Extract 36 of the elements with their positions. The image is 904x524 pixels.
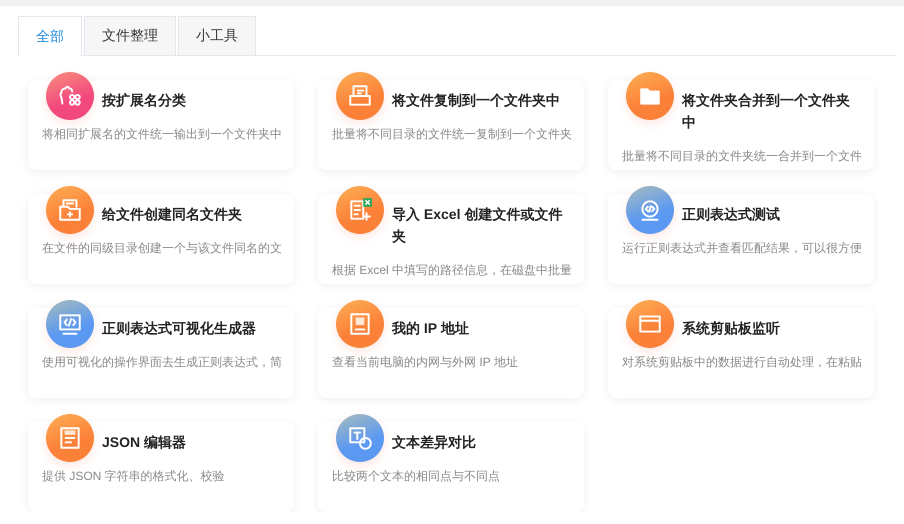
tool-card[interactable]: 将文件复制到一个文件夹中 批量将不同目录的文件统一复制到一个文件夹 <box>318 80 584 170</box>
tab[interactable]: 小工具 <box>178 16 256 55</box>
tab[interactable]: 文件整理 <box>84 16 176 55</box>
tool-title: 正则表达式可视化生成器 <box>102 319 257 338</box>
tool-description: 运行正则表达式并查看匹配结果，可以很方便 <box>622 240 862 257</box>
tool-card[interactable]: 导入 Excel 创建文件或文件夹 根据 Excel 中填写的路径信息，在磁盘中批量 <box>318 194 584 284</box>
tool-title: 正则表达式测试 <box>682 205 781 224</box>
tool-description: 批量将不同目录的文件统一复制到一个文件夹 <box>332 126 572 143</box>
tool-card[interactable]: 正则表达式测试 运行正则表达式并查看匹配结果，可以很方便 <box>608 194 874 284</box>
tool-description: 根据 Excel 中填写的路径信息，在磁盘中批量 <box>332 262 572 279</box>
tool-title: 将文件夹合并到一个文件夹中 <box>682 91 851 132</box>
tool-card[interactable]: 正则表达式可视化生成器 使用可视化的操作界面去生成正则表达式，简 <box>28 308 294 398</box>
tool-description: 将相同扩展名的文件统一输出到一个文件夹中 <box>42 126 282 143</box>
tool-card[interactable]: 文本差异对比 比较两个文本的相同点与不同点 <box>318 422 584 512</box>
tab[interactable]: 全部 <box>18 16 82 56</box>
tool-card[interactable]: 将文件夹合并到一个文件夹中 批量将不同目录的文件夹统一合并到一个文件 <box>608 80 874 170</box>
tool-description: 提供 JSON 字符串的格式化、校验 <box>42 468 226 485</box>
tool-card[interactable]: 我的 IP 地址 查看当前电脑的内网与外网 IP 地址 <box>318 308 584 398</box>
tool-description: 批量将不同目录的文件夹统一合并到一个文件 <box>622 148 862 165</box>
tool-title: 系统剪贴板监听 <box>682 319 781 338</box>
tool-description: 使用可视化的操作界面去生成正则表达式，简 <box>42 354 282 371</box>
tool-card[interactable]: 系统剪贴板监听 对系统剪贴板中的数据进行自动处理，在粘贴 <box>608 308 874 398</box>
tool-card[interactable]: 按扩展名分类 将相同扩展名的文件统一输出到一个文件夹中 <box>28 80 294 170</box>
tool-description: 查看当前电脑的内网与外网 IP 地址 <box>332 354 519 371</box>
tool-description: 对系统剪贴板中的数据进行自动处理，在粘贴 <box>622 354 862 371</box>
tool-title: 文本差异对比 <box>392 433 477 452</box>
tool-title: 将文件复制到一个文件夹中 <box>392 91 561 110</box>
tool-title: 按扩展名分类 <box>102 91 187 110</box>
tool-card[interactable]: JSON 编辑器 提供 JSON 字符串的格式化、校验 <box>28 422 294 512</box>
tool-title: 导入 Excel 创建文件或文件夹 <box>392 205 564 246</box>
tool-card[interactable]: 给文件创建同名文件夹 在文件的同级目录创建一个与该文件同名的文 <box>28 194 294 284</box>
tool-title: 给文件创建同名文件夹 <box>102 205 243 224</box>
tool-title: JSON 编辑器 <box>102 433 188 452</box>
tool-title: 我的 IP 地址 <box>392 319 470 338</box>
tool-description: 比较两个文本的相同点与不同点 <box>332 468 501 485</box>
tool-description: 在文件的同级目录创建一个与该文件同名的文 <box>42 240 282 257</box>
